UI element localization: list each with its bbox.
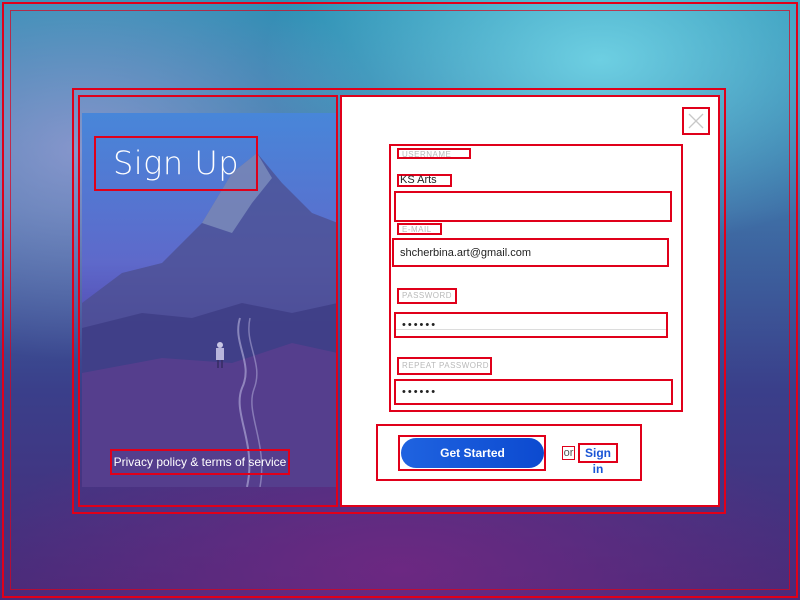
sign-in-link[interactable]: Sign in [578, 443, 618, 476]
email-label: E-MAIL [397, 223, 442, 235]
repeat-password-input[interactable]: •••••• [394, 379, 673, 405]
username-value: KS Arts [397, 174, 452, 187]
password-input[interactable]: •••••• [394, 312, 668, 338]
close-icon [688, 113, 704, 129]
username-label: USERNAME [397, 148, 471, 159]
repeat-password-label: REPEAT PASSWORD [397, 357, 492, 375]
or-separator: or [562, 446, 575, 460]
page-title: Sign Up [94, 136, 258, 191]
privacy-policy-link[interactable]: Privacy policy & terms of service [110, 449, 290, 475]
username-input[interactable] [394, 191, 672, 222]
get-started-button[interactable]: Get Started [401, 438, 544, 468]
email-input[interactable]: shcherbina.art@gmail.com [392, 238, 669, 267]
password-underline [396, 329, 666, 330]
password-label: PASSWORD [397, 288, 457, 304]
close-button[interactable] [682, 107, 710, 135]
